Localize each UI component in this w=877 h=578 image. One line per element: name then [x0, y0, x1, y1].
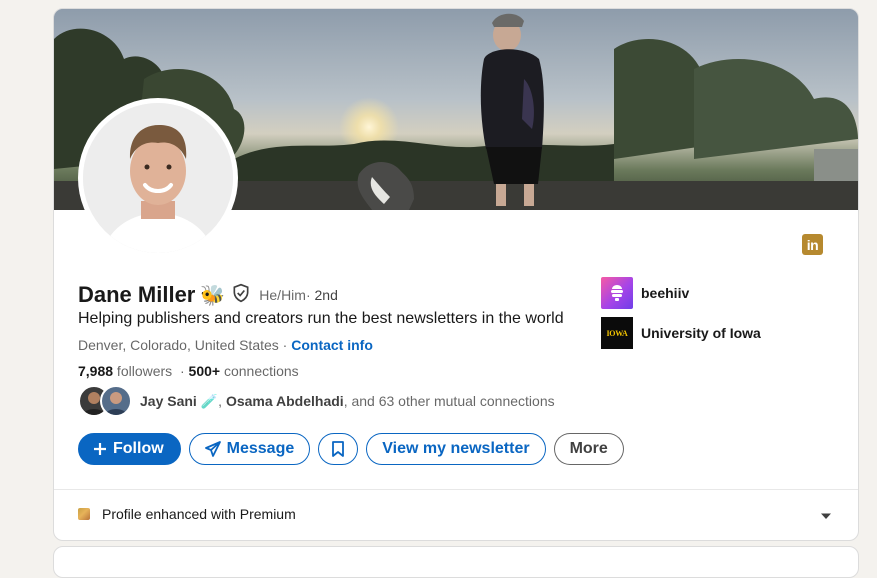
mutual-avatar-2	[100, 385, 132, 417]
org-education[interactable]: IOWA University of Iowa	[601, 317, 761, 349]
location-row: Denver, Colorado, United States · Contac…	[78, 337, 373, 353]
premium-banner[interactable]: Profile enhanced with Premium	[78, 506, 296, 522]
location: Denver, Colorado, United States	[78, 337, 279, 353]
stats-separator: ·	[172, 363, 189, 379]
more-button[interactable]: More	[553, 433, 624, 465]
premium-icon	[78, 508, 90, 520]
follow-label: Follow	[113, 440, 164, 457]
divider	[54, 489, 858, 490]
paper-plane-icon	[204, 441, 221, 457]
org-current-company[interactable]: beehiiv	[601, 277, 689, 309]
name-row: Dane Miller 🐝 He/Him · 2nd	[78, 282, 338, 308]
caret-down-icon	[821, 513, 831, 519]
beehive-icon	[611, 285, 623, 301]
degree-separator: ·	[305, 287, 315, 303]
university-of-iowa-logo: IOWA	[601, 317, 633, 349]
next-section-card	[53, 546, 859, 578]
profile-actions: Follow Message View my newsletter More	[78, 433, 624, 465]
mutual-person-1: Jay Sani	[140, 392, 197, 409]
plus-icon	[93, 442, 107, 456]
follow-button[interactable]: Follow	[78, 433, 181, 465]
mutual-connections-text[interactable]: Jay Sani 🧪, Osama Abdelhadi, and 63 othe…	[140, 393, 555, 410]
profile-avatar-ring[interactable]	[78, 98, 238, 258]
message-button[interactable]: Message	[188, 433, 311, 465]
network-stats: 7,988 followers · 500+ connections	[78, 363, 299, 379]
connections-label[interactable]: connections	[220, 363, 299, 379]
bee-emoji-icon: 🐝	[200, 284, 226, 307]
view-newsletter-button[interactable]: View my newsletter	[366, 433, 546, 465]
expand-caret[interactable]	[820, 509, 832, 527]
connection-degree: · 2nd	[306, 287, 338, 303]
mutual-rest: , and 63 other mutual connections	[343, 392, 555, 409]
connections-count[interactable]: 500+	[189, 363, 221, 379]
avatar-illustration	[105, 392, 127, 415]
mutual-person-2: Osama Abdelhadi	[225, 392, 344, 409]
followers-count: 7,988	[78, 363, 114, 379]
test-tube-emoji-icon: 🧪	[200, 392, 219, 409]
shield-check-icon	[233, 283, 249, 302]
premium-label: Profile enhanced with Premium	[102, 506, 296, 522]
bookmark-icon	[331, 441, 345, 457]
org-name: beehiiv	[641, 285, 690, 301]
pronouns: He/Him	[259, 287, 306, 303]
location-separator: ·	[278, 337, 292, 353]
profile-avatar[interactable]	[83, 103, 233, 253]
profile-card: in Dane Miller 🐝 He/Him · 2nd Helping pu…	[53, 8, 859, 541]
degree-value: 2nd	[314, 287, 338, 303]
save-profile-button[interactable]	[318, 433, 359, 465]
mutual-connections[interactable]: Jay Sani 🧪, Osama Abdelhadi, and 63 othe…	[78, 385, 555, 417]
contact-info-link[interactable]: Contact info	[291, 337, 373, 353]
message-label: Message	[226, 440, 295, 457]
verified-shield-icon[interactable]	[231, 283, 251, 308]
mutual-separator: ,	[218, 392, 226, 409]
followers-label: followers	[113, 363, 173, 379]
beehiiv-logo-icon	[601, 277, 633, 309]
linkedin-icon[interactable]: in	[802, 234, 823, 255]
profile-headline: Helping publishers and creators run the …	[78, 310, 564, 327]
profile-name: Dane Miller	[78, 282, 196, 307]
org-name: University of Iowa	[641, 325, 761, 341]
avatar-illustration	[83, 103, 233, 253]
